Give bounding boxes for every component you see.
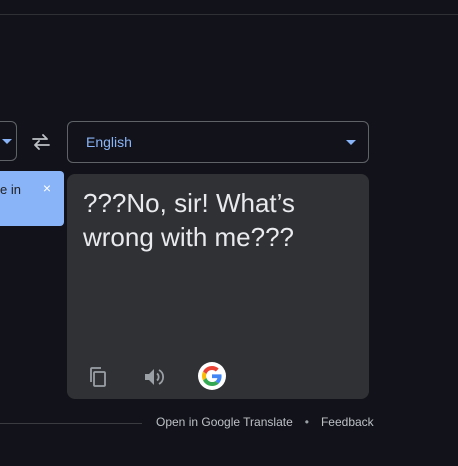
footer: Open in Google Translate • Feedback <box>156 415 374 429</box>
chevron-down-icon <box>2 139 12 144</box>
info-banner: e in <box>0 171 64 226</box>
banner-close-button[interactable]: × <box>40 180 54 196</box>
google-g-icon <box>202 366 222 386</box>
google-logo[interactable] <box>198 362 226 390</box>
translation-result-card: ???No, sir! What’s wrong with me??? <box>67 174 369 399</box>
translated-text: ???No, sir! What’s wrong with me??? <box>83 188 295 252</box>
volume-icon <box>145 369 165 385</box>
feedback-link[interactable]: Feedback <box>321 415 374 429</box>
footer-divider <box>0 423 142 424</box>
translate-popup: English e in × ???No, sir! What’s wrong … <box>0 0 458 466</box>
top-divider <box>0 14 458 15</box>
close-icon: × <box>42 180 52 196</box>
swap-horiz-icon <box>32 134 50 150</box>
copy-icon <box>90 367 106 387</box>
source-language-select[interactable] <box>0 121 17 161</box>
listen-button[interactable] <box>141 364 167 390</box>
chevron-down-icon <box>346 140 356 145</box>
copy-button[interactable] <box>85 364 111 390</box>
open-in-google-translate-link[interactable]: Open in Google Translate <box>156 415 293 429</box>
swap-languages-button[interactable] <box>28 130 54 154</box>
target-language-label: English <box>86 134 132 150</box>
footer-separator: • <box>304 415 309 429</box>
banner-text: e in <box>0 182 21 197</box>
target-language-select[interactable]: English <box>67 121 369 163</box>
